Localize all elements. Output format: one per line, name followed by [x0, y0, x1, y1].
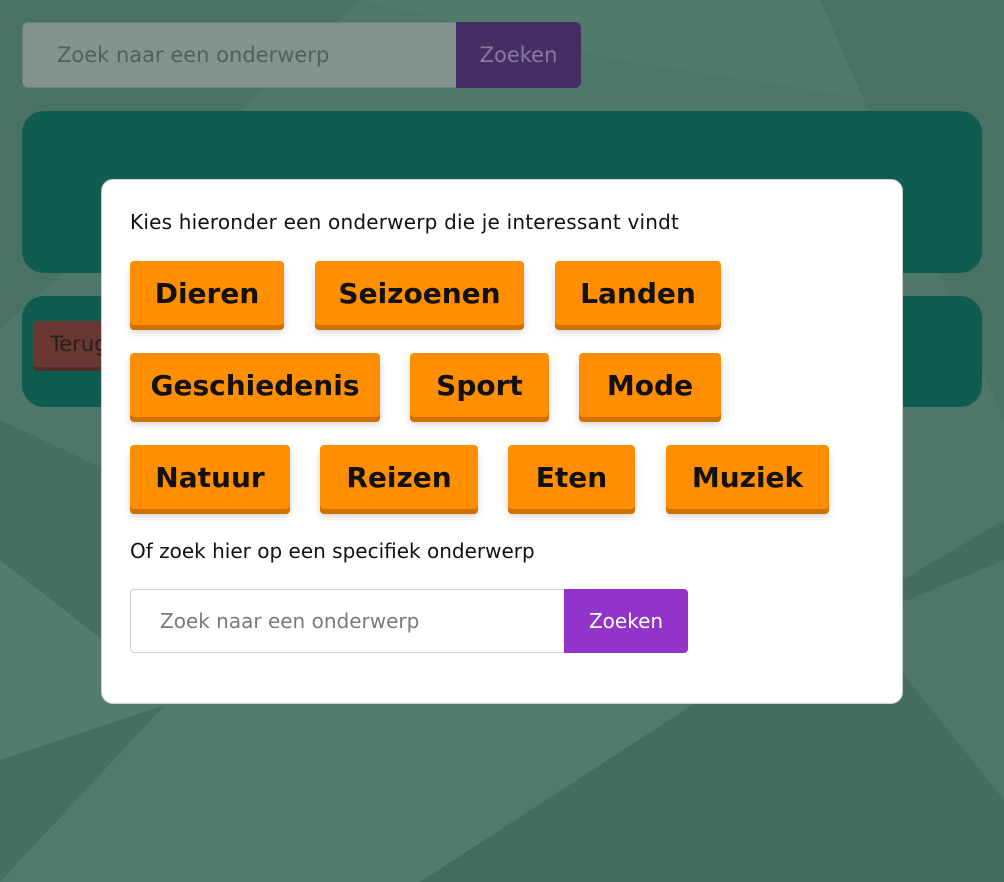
topic-button-natuur[interactable]: Natuur — [130, 445, 290, 509]
topic-button-mode[interactable]: Mode — [579, 353, 721, 417]
topic-button-sport[interactable]: Sport — [410, 353, 549, 417]
topic-button-reizen[interactable]: Reizen — [320, 445, 478, 509]
modal-search-bar: Zoeken — [130, 589, 688, 653]
topic-button-eten[interactable]: Eten — [508, 445, 635, 509]
modal-search-button[interactable]: Zoeken — [564, 589, 688, 653]
modal-search-input[interactable] — [130, 589, 564, 653]
modal-intro-text: Kies hieronder een onderwerp die je inte… — [130, 210, 680, 234]
topic-modal: Kies hieronder een onderwerp die je inte… — [101, 179, 903, 704]
topic-button-dieren[interactable]: Dieren — [130, 261, 284, 325]
topic-button-muziek[interactable]: Muziek — [666, 445, 829, 509]
modal-or-text: Of zoek hier op een specifiek onderwerp — [130, 539, 535, 563]
topic-button-landen[interactable]: Landen — [555, 261, 721, 325]
topic-button-seizoenen[interactable]: Seizoenen — [315, 261, 524, 325]
topic-button-geschiedenis[interactable]: Geschiedenis — [130, 353, 380, 417]
